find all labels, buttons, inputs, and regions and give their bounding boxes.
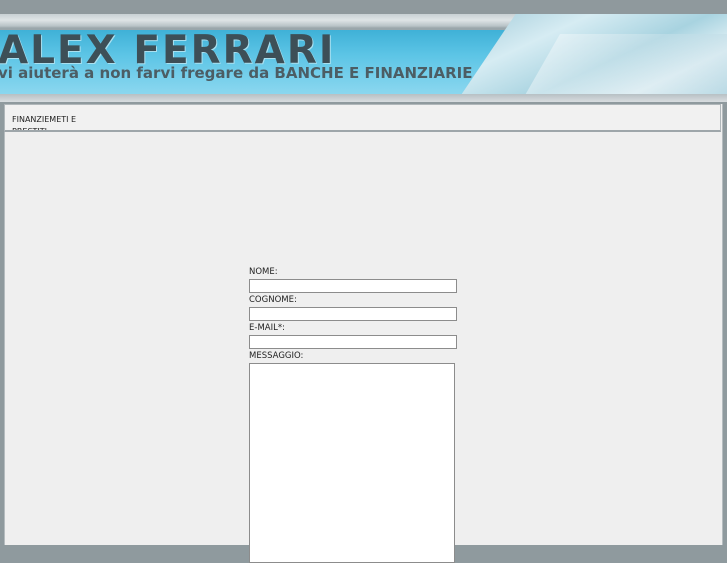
email-field[interactable] — [249, 335, 457, 349]
messaggio-textarea[interactable] — [249, 363, 455, 563]
nome-field[interactable] — [249, 279, 457, 293]
contact-form: NOME: COGNOME: E-MAIL*: MESSAGGIO: — [249, 266, 459, 563]
nav-link-finanziamenti[interactable]: FINANZIEMETI E PRESTITI — [12, 114, 92, 130]
site-header: ALEX FERRARI vi aiuterà a non farvi freg… — [0, 14, 727, 102]
messaggio-label: MESSAGGIO: — [249, 351, 304, 361]
site-subtitle: vi aiuterà a non farvi fregare da BANCHE… — [0, 64, 473, 82]
nome-label: NOME: — [249, 267, 278, 277]
top-strip — [0, 0, 727, 14]
header-bottom-border — [0, 94, 727, 102]
nav-bar: FINANZIEMETI E PRESTITI — [4, 104, 721, 132]
cognome-field[interactable] — [249, 307, 457, 321]
cognome-label: COGNOME: — [249, 295, 297, 305]
email-label: E-MAIL*: — [249, 323, 285, 333]
